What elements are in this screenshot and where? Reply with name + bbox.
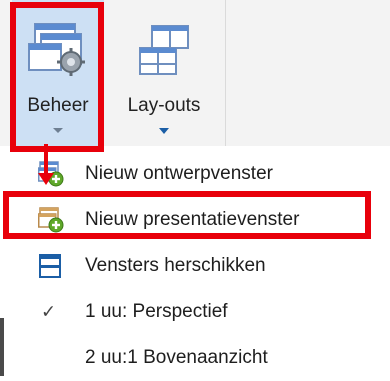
menu-item-window-1[interactable]: ✓ 1 uu: Perspectief — [0, 289, 390, 335]
arrow-down-icon — [38, 173, 54, 185]
layouts-label: Lay-outs — [127, 95, 201, 116]
menu-item-label: 1 uu: Perspectief — [85, 301, 228, 322]
menu-item-label: Vensters herschikken — [85, 255, 266, 276]
menu-item-label: Nieuw ontwerpvenster — [85, 163, 273, 184]
menu-item-window-2[interactable]: 2 uu:1 Bovenaanzicht — [0, 335, 390, 381]
background-window-edge — [0, 318, 4, 376]
ribbon-divider — [225, 0, 226, 146]
window-layout-icon — [139, 25, 189, 75]
windows-dropdown-menu: Nieuw ontwerpvenster Nieuw presentatieve… — [0, 146, 390, 376]
rearrange-windows-icon — [39, 254, 61, 278]
chevron-down-icon — [159, 128, 169, 134]
checkmark-icon: ✓ — [41, 301, 57, 322]
pointer-arrow — [44, 144, 48, 173]
highlight-box-beheer — [10, 2, 104, 152]
highlight-box-menu-item — [3, 191, 371, 239]
menu-item-rearrange-windows[interactable]: Vensters herschikken — [0, 243, 390, 289]
menu-item-label: 2 uu:1 Bovenaanzicht — [85, 347, 268, 368]
layouts-button[interactable]: Lay-outs — [118, 0, 210, 146]
